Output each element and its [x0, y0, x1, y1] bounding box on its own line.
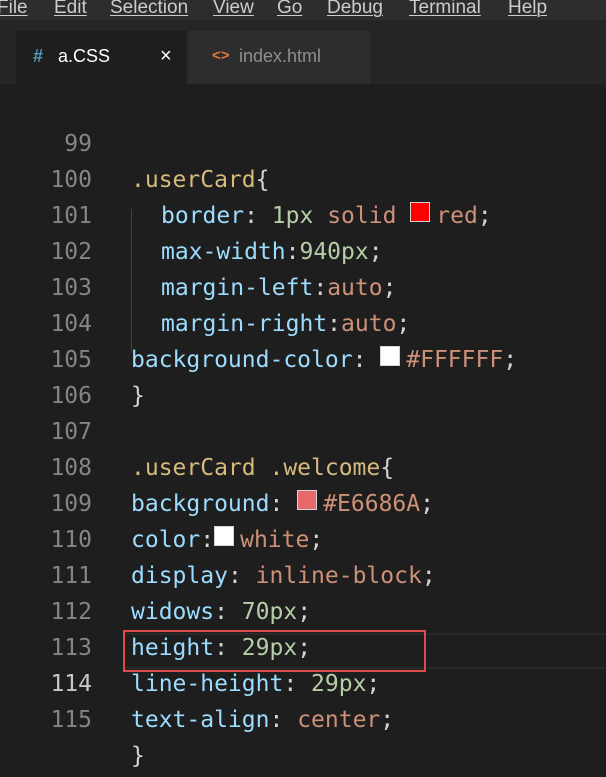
menu-file[interactable]: File	[0, 0, 28, 17]
menu-edit[interactable]: Edit	[54, 0, 87, 17]
code-line: 109 color: white;	[0, 450, 606, 553]
menu-go[interactable]: Go	[277, 0, 302, 17]
code-line: 112 height: 29px;	[0, 558, 606, 661]
code-line: 102 margin-left:auto;	[0, 198, 606, 301]
line-code: text-align: center;	[131, 707, 395, 733]
line-code: }	[131, 743, 145, 769]
tab-index-html[interactable]: <> index.html	[188, 31, 370, 84]
code-line: 107 .userCard .welcome{	[0, 378, 606, 481]
css-file-icon: #	[33, 46, 44, 66]
menu-help[interactable]: Help	[508, 0, 547, 17]
code-line: 108 background: #E6686A;	[0, 414, 606, 517]
tab-a-css[interactable]: # a.CSS ×	[16, 31, 186, 84]
code-line: 99 .userCard{	[0, 90, 606, 193]
tab-bar: # a.CSS × <> index.html	[0, 20, 606, 84]
close-icon[interactable]: ×	[160, 31, 172, 81]
annotation-highlight-box	[123, 630, 426, 672]
menu-bar: File Edit Selection View Go Debug Termin…	[0, 0, 606, 20]
menu-view[interactable]: View	[213, 0, 254, 17]
line-number: 115	[50, 707, 92, 733]
menu-selection[interactable]: Selection	[110, 0, 188, 17]
tab-label: index.html	[239, 46, 322, 66]
code-line: 106	[0, 342, 606, 409]
tab-label: a.CSS	[58, 46, 111, 66]
code-line: 111 widows: 70px;	[0, 522, 606, 625]
code-line: 104 background-color: #FFFFFF;	[0, 270, 606, 373]
code-line: 101 max-width:940px;	[0, 162, 606, 265]
code-line: 110 display: inline-block;	[0, 486, 606, 589]
code-line: 113 line-height: 29px;	[0, 594, 606, 697]
menu-debug[interactable]: Debug	[327, 0, 383, 17]
code-editor[interactable]: 99 .userCard{ 100 border: 1px solid red;…	[0, 84, 606, 777]
menu-terminal[interactable]: Terminal	[409, 0, 481, 17]
code-line: 103 margin-right:auto;	[0, 234, 606, 337]
code-line: 100 border: 1px solid red;	[0, 126, 606, 229]
code-line: 105 }	[0, 306, 606, 409]
html-file-icon: <>	[212, 47, 230, 64]
